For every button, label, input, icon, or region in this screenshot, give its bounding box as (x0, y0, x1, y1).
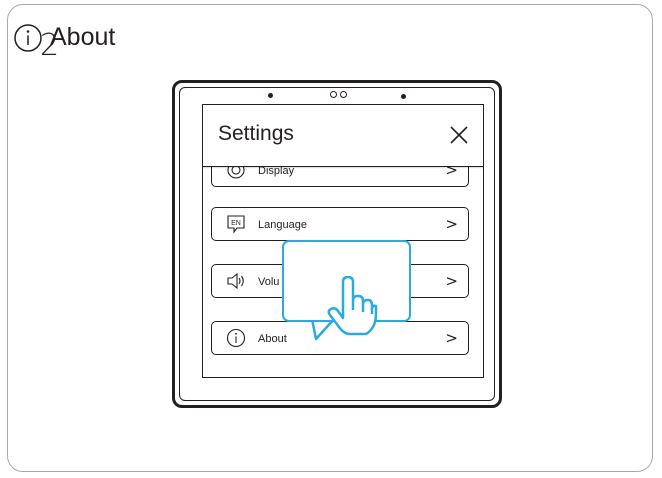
info-icon (226, 328, 246, 348)
callout-label: About (50, 23, 116, 51)
settings-header: Settings (203, 105, 483, 167)
chevron-right-icon: > (445, 215, 458, 233)
chevron-right-icon: > (445, 329, 458, 347)
tap-hand-icon (327, 276, 378, 336)
settings-item-label: About (258, 333, 287, 345)
settings-item-language[interactable]: EN Language > (211, 207, 469, 241)
page-title: Settings (218, 122, 294, 145)
settings-item-label: Language (258, 219, 307, 231)
info-icon (14, 24, 42, 52)
close-icon[interactable] (449, 125, 469, 145)
camera-lens-icon (340, 91, 347, 98)
speaker-icon (227, 272, 244, 290)
settings-item-label: Volu (258, 276, 280, 288)
sensor-dot (401, 94, 406, 99)
camera-lens-icon (330, 91, 337, 98)
language-icon: EN (227, 215, 245, 234)
chevron-right-icon: > (445, 272, 458, 290)
sensor-dot (268, 93, 273, 98)
language-icon-text: EN (231, 220, 241, 227)
